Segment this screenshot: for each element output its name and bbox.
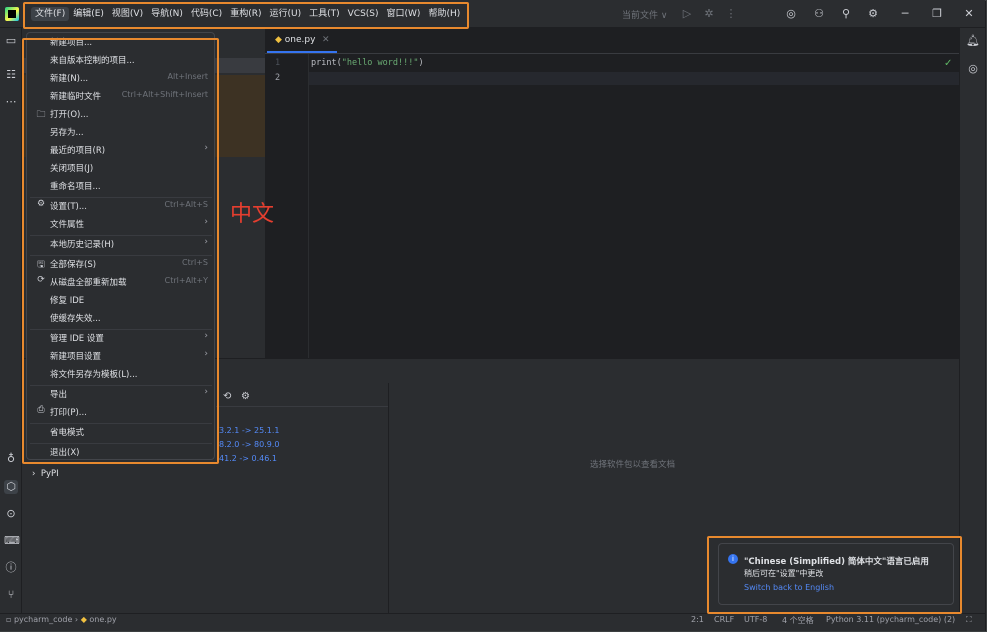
python-console-icon[interactable]: ♁ [4,452,18,466]
lock-icon[interactable]: ⛶ [966,615,972,625]
line-number: 2 [275,73,281,83]
code-with-me-icon[interactable]: ◎ [784,7,798,21]
chevron-right-icon: › [32,469,36,479]
python-packages-icon[interactable]: ⬡ [4,480,18,494]
python-interpreter[interactable]: Python 3.11 (pycharm_code) (2) [826,615,955,624]
active-tab-indicator [267,51,337,53]
annotation-label: 中文 [230,202,275,227]
python-file-icon: ◆ [275,35,282,45]
refresh-icon[interactable]: ⟲ [223,391,231,402]
settings-gear-icon[interactable]: ⚙ [866,7,880,21]
structure-icon[interactable]: ☷ [4,68,18,82]
pypi-repo-node[interactable]: › PyPI [32,469,59,479]
close-icon[interactable]: ✕ [962,7,976,21]
inspection-ok-icon[interactable]: ✓ [944,58,952,69]
terminal-icon[interactable]: ⌨ [4,534,20,548]
current-line-highlight [309,72,959,85]
editor-tab-bar [265,28,959,54]
breadcrumb-project[interactable]: pycharm_code [14,615,72,624]
line-separator[interactable]: CRLF [714,615,734,624]
annotation-box-file-menu [22,38,219,464]
python-file-icon: ◆ [80,615,87,624]
breadcrumb-file[interactable]: one.py [89,615,116,624]
git-icon[interactable]: ⑂ [4,588,18,602]
services-icon[interactable]: ⊙ [4,507,18,521]
code-line[interactable]: print("hello word!!!") [311,58,424,68]
code-string: "hello word!!!" [341,58,419,68]
search-icon[interactable]: ⚲ [839,7,853,21]
more-actions-icon[interactable]: ⋮ [724,7,738,21]
tab-close-icon[interactable]: ✕ [322,35,330,45]
problems-icon[interactable]: ⓘ [4,561,18,575]
breadcrumb: ▫ pycharm_code › ◆ one.py [6,615,117,624]
module-icon: ▫ [6,615,12,624]
code-function: print( [311,58,342,68]
project-folder-icon[interactable]: ▭ [4,34,18,48]
code-paren: ) [418,58,424,68]
pypi-label: PyPI [40,469,59,479]
file-encoding[interactable]: UTF-8 [744,615,767,624]
indent-setting[interactable]: 4 个空格 [782,615,814,626]
right-tool-strip [959,28,985,613]
caret-position[interactable]: 2:1 [691,615,704,624]
package-version[interactable]: 8.2.0 -> 80.9.0 [219,440,279,449]
notifications-icon[interactable]: 🔔︎ [966,34,980,48]
maximize-icon[interactable]: ❐ [930,7,944,21]
more-tools-icon[interactable]: ⋯ [4,95,18,109]
debug-icon[interactable]: ✲ [702,7,716,21]
run-config-selector[interactable]: 当前文件 ∨ [622,8,667,21]
minimize-icon[interactable]: ─ [898,7,912,21]
line-number: 1 [275,58,281,68]
ai-assistant-icon[interactable]: ◎ [966,62,980,76]
package-version[interactable]: 3.2.1 -> 25.1.1 [219,426,279,435]
tab-label: one.py [284,35,316,45]
annotation-box-menubar [23,2,469,29]
tab-one-py[interactable]: ◆ one.py [275,35,315,45]
left-tool-strip [0,28,22,613]
package-docs-placeholder: 选择软件包以查看文档 [590,460,676,470]
pycharm-logo-icon[interactable] [5,7,19,21]
package-settings-icon[interactable]: ⚙ [241,391,250,402]
package-version[interactable]: 41.2 -> 0.46.1 [219,454,277,463]
panel-splitter[interactable] [388,383,389,613]
annotation-box-notification [707,536,962,614]
run-icon[interactable]: ▷ [680,7,694,21]
add-user-icon[interactable]: ⚇ [812,7,826,21]
panel-divider [216,406,388,407]
